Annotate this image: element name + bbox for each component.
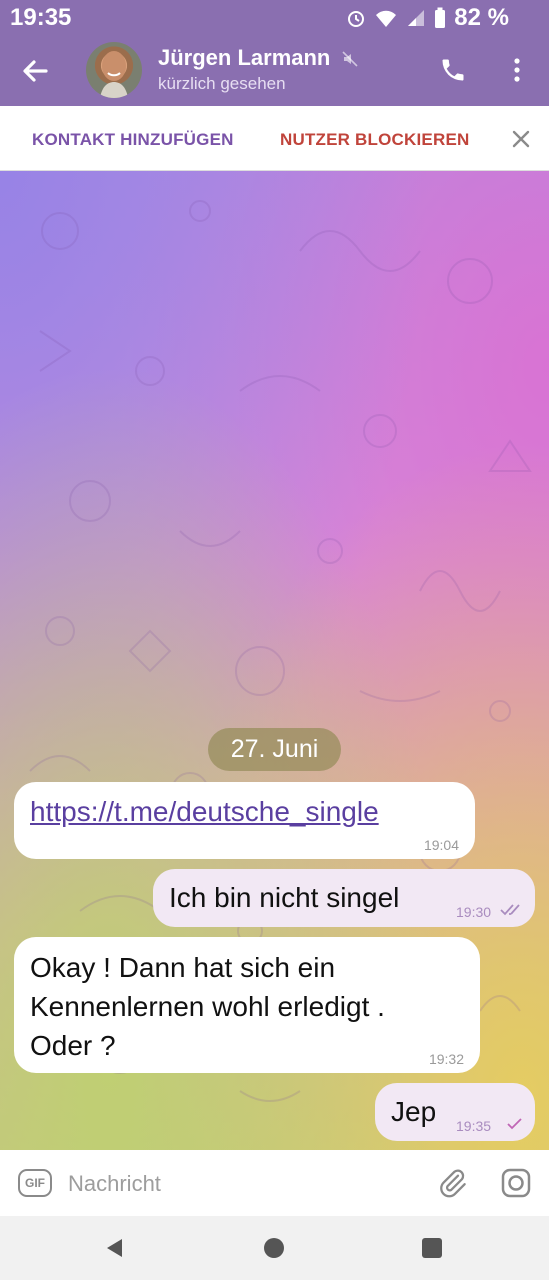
message-input[interactable] [66, 1166, 420, 1202]
sent-check-icon [506, 1117, 524, 1136]
system-nav-bar [0, 1216, 549, 1280]
add-contact-button[interactable]: KONTAKT HINZUFÜGEN [32, 130, 234, 150]
incoming-message[interactable]: https://t.me/deutsche_single 19:04 [14, 782, 475, 859]
last-seen-status: kürzlich gesehen [158, 74, 286, 93]
message-time: 19:30 [456, 904, 492, 920]
chat-background: 27. Juni https://t.me/deutsche_single 19… [0, 171, 549, 1150]
more-vertical-icon[interactable] [505, 56, 529, 89]
chat-header: 19:35 82 % Jürgen Larmann kürzlich geseh… [0, 0, 549, 106]
camera-icon[interactable] [500, 1167, 532, 1204]
date-separator: 27. Juni [208, 728, 341, 771]
message-composer: GIF [0, 1150, 549, 1216]
close-icon[interactable] [510, 128, 532, 155]
back-arrow-icon[interactable] [18, 54, 52, 88]
message-time: 19:32 [428, 1051, 464, 1067]
gif-button[interactable]: GIF [18, 1169, 52, 1197]
message-line: Oder ? [30, 1030, 116, 1061]
incoming-message[interactable]: Okay ! Dann hat sich ein Kennenlernen wo… [14, 937, 480, 1073]
wifi-icon [374, 8, 398, 28]
app-bar: Jürgen Larmann kürzlich gesehen [0, 34, 549, 106]
block-user-button[interactable]: NUTZER BLOCKIEREN [280, 130, 469, 150]
nav-recents-icon[interactable] [422, 1238, 442, 1258]
status-icons: 82 % [346, 4, 509, 32]
message-line: Okay ! Dann hat sich ein [30, 952, 336, 983]
outgoing-message[interactable]: Ich bin nicht singel 19:30 [153, 869, 535, 927]
status-time: 19:35 [10, 4, 72, 31]
paperclip-icon[interactable] [436, 1167, 468, 1204]
message-text: Ich bin nicht singel [169, 882, 400, 913]
avatar[interactable] [86, 42, 142, 98]
status-bar: 19:35 82 % [0, 0, 549, 34]
signal-icon [406, 8, 426, 28]
message-time: 19:35 [456, 1118, 492, 1134]
mute-icon [342, 51, 358, 72]
message-text: Okay ! Dann hat sich ein Kennenlernen wo… [30, 948, 385, 1065]
contact-action-bar: KONTAKT HINZUFÜGEN NUTZER BLOCKIEREN [0, 106, 549, 171]
outgoing-message[interactable]: Jep 19:35 [375, 1083, 535, 1141]
message-text: Jep [391, 1096, 437, 1127]
battery-icon [434, 7, 446, 29]
read-checks-icon [499, 903, 525, 922]
message-line: Kennenlernen wohl erledigt . [30, 991, 385, 1022]
message-time: 19:04 [423, 837, 459, 853]
nav-back-icon[interactable] [104, 1237, 126, 1264]
message-link[interactable]: https://t.me/deutsche_single [30, 792, 379, 831]
nav-home-icon[interactable] [264, 1238, 284, 1258]
battery-level: 82 % [454, 4, 509, 31]
phone-icon[interactable] [439, 56, 467, 89]
contact-name[interactable]: Jürgen Larmann [158, 45, 330, 71]
alarm-icon [346, 8, 366, 28]
